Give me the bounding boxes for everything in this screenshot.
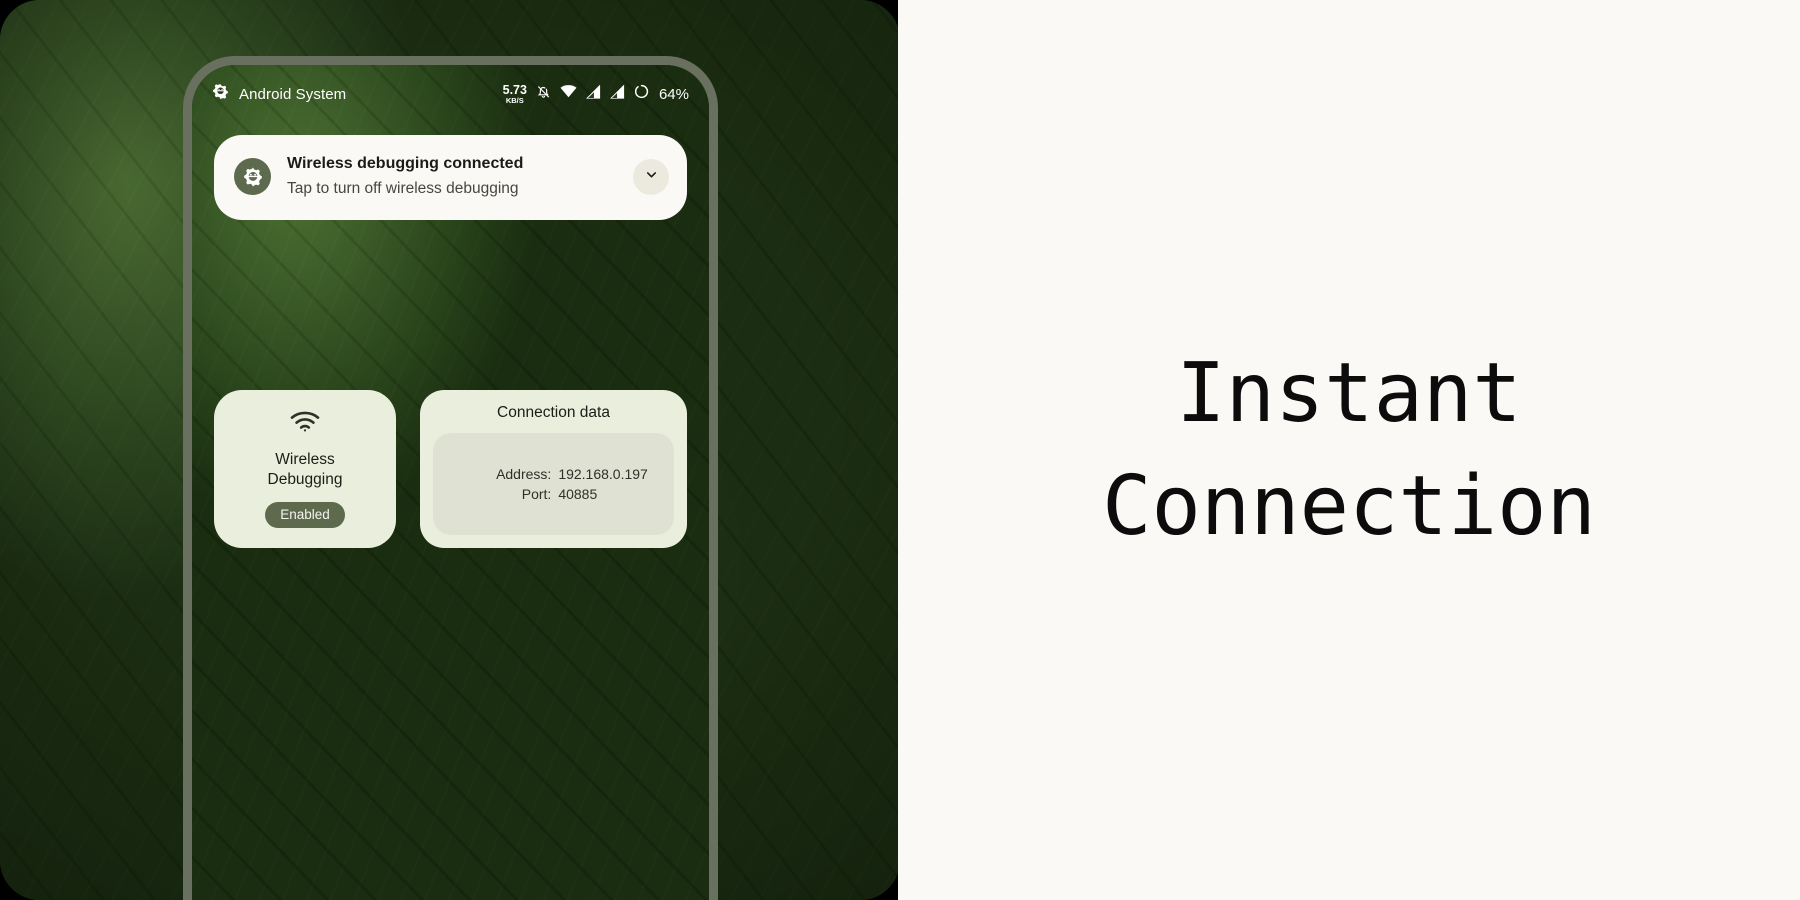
- status-bar-app-name: Android System: [239, 85, 347, 103]
- port-label: Port:: [521, 486, 552, 502]
- wireless-debugging-toggle-widget[interactable]: Wireless Debugging Enabled: [214, 390, 396, 548]
- connection-data-title: Connection data: [497, 404, 610, 421]
- notification-card[interactable]: Wireless debugging connected Tap to turn…: [214, 135, 687, 220]
- address-label: Address:: [496, 465, 552, 482]
- chevron-down-icon: [644, 167, 659, 187]
- composition-canvas: Android System 5.73 KB/S 64% Wireless de…: [0, 0, 1800, 900]
- gear-icon: [212, 83, 229, 105]
- connection-row-port: Port: 40885: [433, 484, 674, 504]
- headline-line-2: Connection: [1102, 459, 1596, 554]
- status-bar-left: Android System: [212, 83, 346, 105]
- widget-toggle-label-line2: Debugging: [267, 470, 343, 488]
- connection-row-address: Address: 192.168.0.197: [433, 464, 674, 484]
- battery-circle-icon: [634, 84, 649, 104]
- wifi-icon: [560, 85, 577, 103]
- network-speed-value: 5.73: [502, 82, 527, 97]
- notification-title: Wireless debugging connected: [287, 155, 524, 172]
- connection-data-widget[interactable]: Connection data Address: 192.168.0.197 P…: [420, 390, 687, 548]
- android-settings-icon: [234, 158, 271, 195]
- page-title: Instant Connection: [1102, 337, 1596, 563]
- headline-line-1: Instant: [1176, 345, 1522, 441]
- signal-sim2-icon: [610, 84, 625, 104]
- network-speed-indicator: 5.73 KB/S: [502, 82, 527, 105]
- signal-sim1-icon: [586, 84, 601, 104]
- status-bar-right: 5.73 KB/S 64%: [502, 82, 689, 105]
- notifications-off-icon: [536, 84, 551, 105]
- widget-toggle-label: Wireless Debugging: [268, 450, 343, 490]
- notification-body: Tap to turn off wireless debugging: [287, 180, 519, 197]
- network-speed-unit: KB/S: [505, 96, 524, 105]
- battery-percent-label: 64%: [658, 85, 689, 103]
- notification-expand-button[interactable]: [633, 158, 669, 195]
- port-value: 40885: [558, 486, 598, 502]
- connection-data-box: Address: 192.168.0.197 Port: 40885: [433, 433, 674, 535]
- widget-row: Wireless Debugging Enabled Connection da…: [214, 390, 687, 548]
- phone-screen: Android System 5.73 KB/S 64% Wireless de…: [192, 65, 709, 900]
- notification-text-block: Wireless debugging connected Tap to turn…: [287, 155, 617, 198]
- status-badge[interactable]: Enabled: [265, 501, 345, 529]
- phone-showcase-panel: Android System 5.73 KB/S 64% Wireless de…: [0, 0, 900, 900]
- address-value: 192.168.0.197: [558, 465, 648, 482]
- headline-panel: Instant Connection: [898, 0, 1800, 900]
- wifi-icon: [290, 410, 320, 437]
- status-bar: Android System 5.73 KB/S 64%: [192, 77, 709, 111]
- widget-toggle-label-line1: Wireless: [275, 450, 335, 468]
